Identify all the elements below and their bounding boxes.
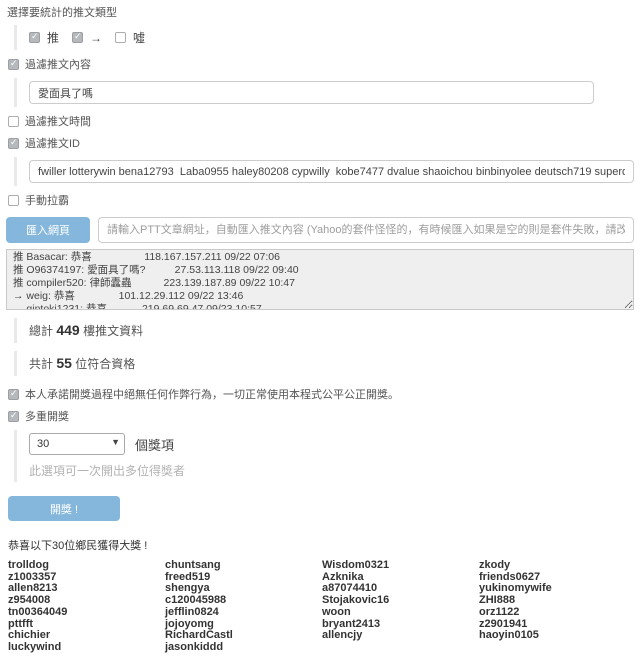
push-content-textarea[interactable]: 推 Basacar: 恭喜 118.167.157.211 09/22 07:0… [6, 249, 634, 310]
winner-name: yukinomywife [479, 583, 636, 595]
manual-slot-label: 手動拉霸 [25, 192, 69, 208]
filter-time-label: 過濾推文時間 [25, 113, 91, 129]
winner-name: chichier [8, 630, 165, 642]
filter-content-input[interactable] [29, 81, 594, 104]
winner-name: Stojakovic16 [322, 595, 479, 607]
total-prefix: 總計 [29, 324, 53, 338]
filter-id-group [14, 157, 634, 186]
filter-id-row: 過濾推文ID [8, 135, 634, 151]
qualified-count: 55 [56, 355, 72, 371]
qualified-prefix: 共計 [29, 357, 53, 371]
winner-name: Wisdom0321 [322, 560, 479, 572]
prize-unit-label: 個獎項 [135, 435, 174, 454]
article-url-input[interactable] [98, 217, 634, 243]
winner-name: z954008 [8, 595, 165, 607]
checkbox-multi-draw[interactable] [8, 411, 19, 422]
manual-slot-row: 手動拉霸 [8, 192, 634, 208]
winner-name: jasonkiddd [165, 642, 322, 654]
winner-name: pttfft [8, 619, 165, 631]
winner-name: freed519 [165, 572, 322, 584]
winner-name: zkody [479, 560, 636, 572]
checkbox-pledge[interactable] [8, 389, 19, 400]
winner-name: woon [322, 607, 479, 619]
checkbox-type-boo[interactable] [115, 32, 126, 43]
winner-name: allen8213 [8, 583, 165, 595]
checkbox-type-push-label: 推 [47, 29, 59, 46]
winner-name: orz1122 [479, 607, 636, 619]
prize-count-group: 30 ▼ 個獎項 此選項可一次開出多位得獎者 [14, 430, 634, 482]
winner-name: RichardCastl [165, 630, 322, 642]
prize-count-row: 30 ▼ 個獎項 [29, 433, 634, 455]
push-type-section-label: 選擇要統計的推文類型 [7, 6, 634, 21]
winner-name: friends0627 [479, 572, 636, 584]
filter-id-label: 過濾推文ID [25, 135, 80, 151]
winner-name: jefflin0824 [165, 607, 322, 619]
multi-draw-note: 此選項可一次開出多位得獎者 [29, 462, 634, 479]
winner-name: z2901941 [479, 619, 636, 631]
winner-name: bryant2413 [322, 619, 479, 631]
pledge-row: 本人承諾開獎過程中絕無任何作弊行為，一切正常使用本程式公平公正開獎。 [8, 386, 634, 402]
multi-draw-row: 多重開獎 [8, 408, 634, 424]
filter-content-row: 過濾推文內容 [8, 56, 634, 72]
qualified-line: 共計 55 位符合資格 [14, 351, 634, 376]
ptt-lottery-page: 選擇要統計的推文類型 推 → 噓 過濾推文內容 過濾推文時間 過濾推文ID 手動… [0, 0, 640, 658]
checkbox-manual-slot[interactable] [8, 195, 19, 206]
checkbox-type-arrow[interactable] [72, 32, 83, 43]
winners-heading: 恭喜以下30位鄉民獲得大獎 ! [8, 537, 634, 553]
push-type-group: 推 → 噓 [14, 25, 634, 50]
filter-content-group [14, 78, 634, 107]
winner-name: chuntsang [165, 560, 322, 572]
checkbox-filter-time[interactable] [8, 116, 19, 127]
import-webpage-button[interactable]: 匯入網頁 [6, 217, 90, 243]
winner-name: z1003357 [8, 572, 165, 584]
winner-name: shengya [165, 583, 322, 595]
checkbox-type-arrow-label: → [90, 31, 102, 45]
winner-name: luckywind [8, 642, 165, 654]
checkbox-type-boo-label: 噓 [133, 29, 145, 46]
filter-time-row: 過濾推文時間 [8, 113, 634, 129]
winner-name: ZHI888 [479, 595, 636, 607]
push-type-checkbox-row: 推 → 噓 [29, 28, 634, 47]
import-row: 匯入網頁 [6, 217, 634, 243]
prize-count-select[interactable]: 30 [29, 433, 125, 455]
pledge-label: 本人承諾開獎過程中絕無任何作弊行為，一切正常使用本程式公平公正開獎。 [25, 386, 399, 402]
checkbox-type-push[interactable] [29, 32, 40, 43]
qualified-suffix: 位符合資格 [75, 357, 135, 371]
winners-grid: trolldogchuntsangWisdom0321zkody z1003357… [8, 560, 634, 654]
winner-name: tn00364049 [8, 607, 165, 619]
checkbox-filter-id[interactable] [8, 138, 19, 149]
total-push-count: 449 [56, 322, 79, 338]
winner-name: a87074410 [322, 583, 479, 595]
draw-button[interactable]: 開獎 ! [8, 496, 120, 521]
winner-name: trolldog [8, 560, 165, 572]
winner-name: haoyin0105 [479, 630, 636, 642]
filter-content-label: 過濾推文內容 [25, 56, 91, 72]
total-suffix: 樓推文資料 [83, 324, 143, 338]
prize-count-select-wrap: 30 ▼ [29, 433, 125, 455]
total-push-line: 總計 449 樓推文資料 [14, 318, 634, 343]
winner-name: c120045988 [165, 595, 322, 607]
winner-name: jojoyomg [165, 619, 322, 631]
winner-name: allencjy [322, 630, 479, 642]
winner-name: Azknika [322, 572, 479, 584]
filter-id-input[interactable] [29, 160, 634, 183]
multi-draw-label: 多重開獎 [25, 408, 69, 424]
checkbox-filter-content[interactable] [8, 59, 19, 70]
